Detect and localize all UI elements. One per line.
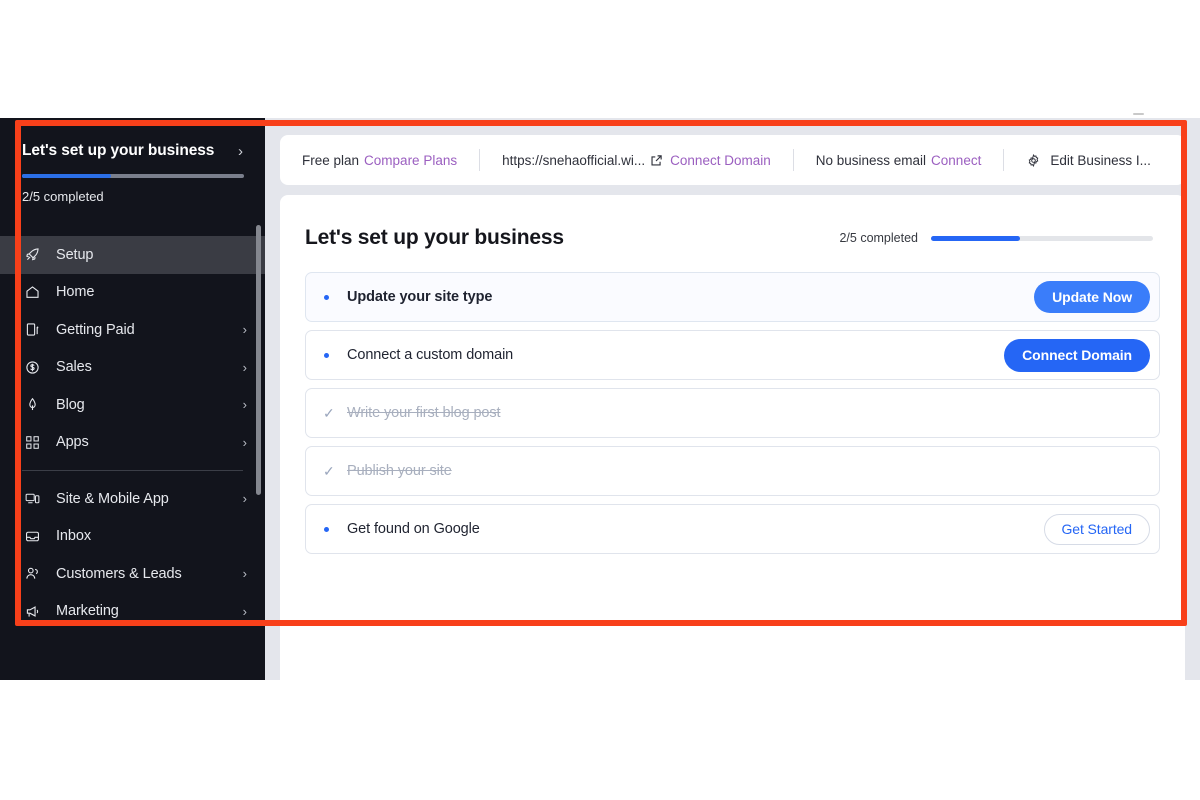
sidebar-item-label: Setup [56,246,94,263]
wix-dashboard-window: Let's set up your business › 2/5 complet… [0,118,1200,680]
task-status-marker [323,526,345,532]
chevron-right-icon: › [242,322,247,338]
apps-icon [22,432,42,452]
task-label: Connect a custom domain [347,347,514,363]
check-icon: ✓ [323,463,335,479]
sidebar-setup-title: Let's set up your business [22,142,215,159]
task-label: Get found on Google [347,521,480,537]
chevron-right-icon: › [242,491,247,507]
task-status-marker: ✓ [323,464,345,478]
sidebar-item-label: Sales [56,359,92,376]
connect-domain-button[interactable]: Connect Domain [1004,338,1150,372]
task-label: Write your first blog post [347,405,501,421]
setup-progress-label: 2/5 completed [839,231,918,245]
task-label: Publish your site [347,463,452,479]
sidebar-item-marketing[interactable]: Marketing › [0,593,265,631]
chevron-right-icon: › [242,566,247,582]
page-title: Let's set up your business [305,226,564,249]
check-icon: ✓ [323,405,335,421]
sidebar-item-getting-paid[interactable]: Getting Paid › [0,311,265,349]
connect-email-link[interactable]: Connect [931,153,981,168]
sidebar-item-site-mobile-app[interactable]: Site & Mobile App › [0,480,265,518]
people-icon [22,564,42,584]
chevron-right-icon: › [242,397,247,413]
setup-panel: Let's set up your business 2/5 completed… [280,195,1185,680]
sidebar: Let's set up your business › 2/5 complet… [0,118,265,680]
sidebar-item-label: Home [56,284,95,301]
task-row[interactable]: Get found on Google Get Started [305,504,1160,554]
pending-dot-icon [324,352,329,358]
sidebar-scrollbar[interactable] [256,225,261,495]
sidebar-progress-track [22,174,244,178]
task-row[interactable]: Update your site type Update Now [305,272,1160,322]
sidebar-item-label: Getting Paid [56,321,135,338]
task-row[interactable]: Connect a custom domain Connect Domain [305,330,1160,380]
edit-business-info-group[interactable]: Edit Business I... [1003,149,1173,171]
sidebar-progress-fill [22,174,111,178]
task-status-marker [323,294,345,300]
sidebar-item-label: Marketing [56,603,119,620]
sidebar-item-label: Apps [56,434,89,451]
task-status-marker [323,352,345,358]
cropped-ui-artifact [1133,113,1144,115]
sidebar-item-inbox[interactable]: Inbox [0,518,265,556]
rocket-icon [22,245,42,265]
home-icon [22,282,42,302]
sidebar-item-label: Blog [56,396,85,413]
task-row[interactable]: ✓ Publish your site [305,446,1160,496]
site-url-group: https://snehaofficial.wi... Connect Doma… [479,149,793,171]
get-started-button[interactable]: Get Started [1043,513,1150,545]
sidebar-item-sales[interactable]: Sales › [0,349,265,387]
payments-icon [22,320,42,340]
plan-name-label: Free plan [302,152,360,168]
setup-progress-track [931,235,1153,241]
chevron-right-icon: › [242,359,247,375]
setup-task-list: Update your site type Update Now Connect… [280,250,1185,554]
site-url-label: https://snehaofficial.wi... [502,152,646,168]
compare-plans-link[interactable]: Compare Plans [364,153,457,168]
connect-domain-link[interactable]: Connect Domain [670,153,771,168]
pending-dot-icon [324,294,329,300]
devices-icon [22,489,42,509]
megaphone-icon [22,601,42,621]
dollar-icon [22,357,42,377]
sidebar-item-blog[interactable]: Blog › [0,386,265,424]
external-link-icon[interactable] [650,154,663,167]
business-email-group: No business email Connect [792,149,1004,171]
business-email-status: No business email [815,152,927,168]
sidebar-item-customers-leads[interactable]: Customers & Leads › [0,555,265,593]
main-content: Free plan Compare Plans https://snehaoff… [265,118,1200,680]
task-status-marker: ✓ [323,406,345,420]
sidebar-item-label: Site & Mobile App [56,490,169,507]
task-row[interactable]: ✓ Write your first blog post [305,388,1160,438]
inbox-icon [22,526,42,546]
sidebar-divider [22,470,243,471]
gear-icon [1026,153,1041,168]
plan-info-group: Free plan Compare Plans [280,149,479,171]
chevron-right-icon[interactable]: › [238,144,243,159]
edit-business-info-label: Edit Business I... [1050,152,1151,168]
pending-dot-icon [324,526,329,532]
sidebar-item-label: Customers & Leads [56,565,182,582]
setup-progress-fill [931,235,1020,241]
sidebar-item-label: Inbox [56,528,91,545]
setup-panel-header: Let's set up your business 2/5 completed [280,195,1185,250]
task-label: Update your site type [347,289,493,305]
site-info-bar: Free plan Compare Plans https://snehaoff… [280,135,1185,185]
sidebar-setup-card[interactable]: Let's set up your business › 2/5 complet… [0,118,265,220]
pen-icon [22,395,42,415]
chevron-right-icon: › [242,434,247,450]
sidebar-item-setup[interactable]: Setup [0,236,265,274]
sidebar-progress-label: 2/5 completed [22,189,104,204]
sidebar-nav-list: Setup Home Getting Paid › Sales › Blog ›… [0,236,265,680]
sidebar-item-home[interactable]: Home [0,274,265,312]
chevron-right-icon: › [242,603,247,619]
screenshot-stage: Let's set up your business › 2/5 complet… [0,0,1200,800]
update-now-button[interactable]: Update Now [1034,281,1150,313]
sidebar-item-apps[interactable]: Apps › [0,424,265,462]
setup-progress: 2/5 completed [839,231,1153,245]
